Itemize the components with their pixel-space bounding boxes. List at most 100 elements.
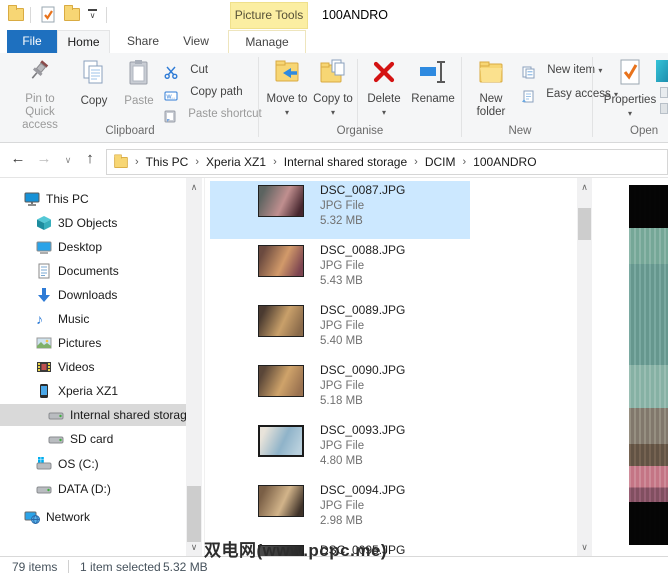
qat-folder-icon[interactable] (8, 5, 24, 21)
sidebar-item-network[interactable]: Network (0, 506, 188, 528)
tab-view[interactable]: View (171, 30, 221, 53)
breadcrumb-item-dcim[interactable]: DCIM (418, 155, 463, 169)
file-thumbnail (258, 365, 304, 397)
history-button-icon[interactable] (660, 103, 668, 114)
tab-share[interactable]: Share (117, 30, 169, 53)
copy-label: Copy (80, 95, 108, 107)
new-item-button[interactable]: New item ▾ (522, 60, 602, 80)
scroll-up-icon[interactable]: ∧ (186, 180, 202, 194)
address-folder-icon (113, 153, 129, 172)
scroll-down-icon[interactable]: ∨ (577, 540, 592, 554)
move-to-label: Move to (266, 93, 308, 105)
file-type: JPG File (320, 200, 365, 212)
back-button[interactable]: ← (8, 150, 28, 167)
move-to-icon (266, 59, 308, 89)
copy-to-button[interactable]: Copy to ▾ (312, 57, 354, 135)
properties-icon (602, 59, 658, 90)
scroll-up-icon[interactable]: ∧ (577, 180, 592, 194)
clipboard-group-label: Clipboard (105, 125, 155, 137)
qat-new-folder-icon[interactable] (64, 5, 80, 21)
move-to-button[interactable]: Move to ▾ (266, 57, 308, 135)
rename-button[interactable]: Rename (408, 57, 458, 135)
drive-icon (48, 407, 64, 423)
file-type: JPG File (320, 320, 365, 332)
copy-icon (74, 59, 114, 91)
sidebar-item-pictures[interactable]: Pictures (0, 332, 188, 354)
delete-icon (361, 59, 407, 89)
sidebar-item-this-pc[interactable]: This PC (0, 188, 188, 210)
delete-button[interactable]: Delete ▾ (361, 57, 407, 135)
file-list-scrollbar[interactable]: ∧ ∨ (577, 178, 592, 556)
sidebar-item-music[interactable]: ♪ Music (0, 308, 188, 330)
file-size: 5.32 MB (320, 215, 363, 227)
forward-button[interactable]: → (34, 150, 54, 167)
sidebar-item-os-c[interactable]: OS (C:) (0, 453, 188, 475)
breadcrumb-item-folder[interactable]: 100ANDRO (466, 155, 543, 169)
sidebar-item-sd-card[interactable]: SD card (0, 428, 188, 450)
up-button[interactable]: ↑ (80, 150, 100, 167)
file-item[interactable]: DSC_0088.JPG JPG File 5.43 MB (206, 243, 576, 299)
file-thumbnail (258, 485, 304, 517)
paste-label: Paste (124, 95, 154, 107)
tab-file[interactable]: File (7, 30, 57, 53)
tab-home[interactable]: Home (57, 30, 110, 53)
picture-icon (36, 335, 52, 351)
file-item[interactable]: DSC_0093.JPG JPG File 4.80 MB (206, 423, 576, 479)
paste-icon (118, 59, 160, 91)
sidebar-item-desktop[interactable]: Desktop (0, 236, 188, 258)
sidebar-item-3d-objects[interactable]: 3D Objects (0, 212, 188, 234)
cube-icon (36, 215, 52, 231)
file-type: JPG File (320, 380, 365, 392)
paste-shortcut-icon (164, 110, 184, 123)
tab-manage[interactable]: Manage (228, 30, 306, 53)
picture-tools-context-label: Picture Tools (230, 2, 308, 29)
file-thumbnail (258, 305, 304, 337)
file-type: JPG File (320, 440, 365, 452)
file-name: DSC_0089.JPG (320, 303, 406, 317)
file-type: JPG File (320, 500, 365, 512)
address-bar[interactable]: › This PC › Xperia XZ1 › Internal shared… (106, 149, 668, 175)
recent-locations-dropdown[interactable]: ∨ (58, 155, 78, 166)
sidebar-item-videos[interactable]: Videos (0, 356, 188, 378)
download-arrow-icon (36, 287, 52, 303)
explorer-window: ∨ Picture Tools 100ANDRO File Home Share… (0, 0, 668, 576)
cut-button[interactable]: Cut (164, 60, 208, 80)
new-folder-icon (468, 59, 514, 89)
preview-image (629, 185, 668, 545)
qat-properties-icon[interactable] (40, 6, 57, 27)
sidebar-scrollbar-thumb[interactable] (187, 486, 201, 542)
breadcrumb-item-device[interactable]: Xperia XZ1 (199, 155, 273, 169)
rename-label: Rename (411, 93, 455, 105)
scroll-down-icon[interactable]: ∨ (186, 540, 202, 554)
paste-shortcut-button[interactable]: Paste shortcut (164, 104, 262, 124)
sidebar-scrollbar[interactable]: ∧ ∨ (186, 178, 202, 556)
copy-path-button[interactable]: w.. Copy path (164, 82, 243, 102)
copy-button[interactable]: Copy (74, 57, 114, 135)
breadcrumb-item-this-pc[interactable]: This PC (139, 155, 196, 169)
sidebar-item-downloads[interactable]: Downloads (0, 284, 188, 306)
file-item[interactable]: DSC_0087.JPG JPG File 5.32 MB (206, 181, 576, 239)
qat-customize-icon[interactable]: ∨ (88, 9, 97, 20)
properties-button[interactable]: Properties ▾ (602, 57, 658, 135)
file-item[interactable]: DSC_0090.JPG JPG File 5.18 MB (206, 363, 576, 419)
file-item[interactable]: DSC_0094.JPG JPG File 2.98 MB (206, 483, 576, 539)
file-name: DSC_0094.JPG (320, 483, 406, 497)
breadcrumb-item-storage[interactable]: Internal shared storage (277, 155, 414, 169)
sidebar-item-xperia[interactable]: Xperia XZ1 (0, 380, 188, 402)
pin-to-quick-access-button[interactable]: Pin to Quick access (10, 57, 70, 135)
open-button-icon[interactable] (656, 60, 668, 82)
navigation-bar: ← → ∨ ↑ › This PC › Xperia XZ1 › Interna… (0, 146, 668, 178)
new-folder-button[interactable]: New folder (468, 57, 514, 135)
organise-group-label: Organise (336, 125, 384, 137)
qat-separator (30, 7, 31, 23)
sidebar-item-data-d[interactable]: DATA (D:) (0, 478, 188, 500)
file-list-scrollbar-thumb[interactable] (578, 208, 591, 240)
drive-icon (36, 481, 52, 497)
edit-button-icon[interactable] (660, 87, 668, 98)
selection-status: 1 item selected (80, 560, 161, 574)
file-item[interactable]: DSC_0089.JPG JPG File 5.40 MB (206, 303, 576, 359)
ribbon-tab-row: File Home Share View Manage (0, 30, 668, 53)
sidebar-item-internal-storage[interactable]: Internal shared storage (0, 404, 193, 426)
sidebar-item-documents[interactable]: Documents (0, 260, 188, 282)
paste-button[interactable]: Paste (118, 57, 160, 135)
